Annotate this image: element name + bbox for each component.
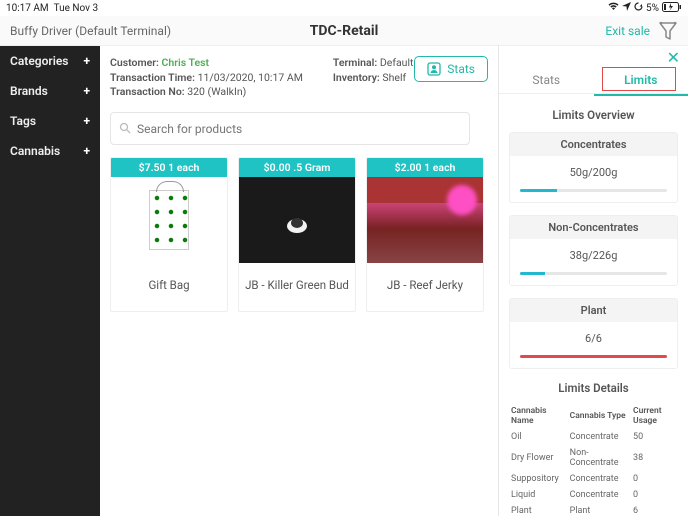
gift-bag-image	[149, 190, 189, 250]
table-row: OilConcentrate50	[509, 429, 678, 445]
plus-icon: +	[83, 54, 90, 68]
search-input[interactable]	[137, 122, 461, 136]
limit-card-concentrates: Concentrates 50g/200g	[509, 132, 678, 203]
plus-icon: +	[83, 144, 90, 158]
tab-limits[interactable]: Limits	[594, 67, 688, 93]
sidebar: Categories + Brands + Tags + Cannabis +	[0, 46, 100, 516]
center-panel: Customer: Chris Test Transaction Time: 1…	[100, 46, 498, 516]
search-bar[interactable]	[110, 112, 470, 145]
product-price: $0.00 .5 Gram	[239, 158, 355, 177]
sidebar-item-label: Categories	[10, 54, 68, 68]
location-icon	[622, 2, 631, 14]
stats-button[interactable]: Stats	[414, 56, 488, 82]
top-bar: Buffy Driver (Default Terminal) TDC-Reta…	[0, 16, 688, 46]
limits-overview-title: Limits Overview	[509, 108, 678, 122]
product-thumb	[239, 177, 355, 263]
limit-card-nonconcentrates: Non-Concentrates 38g/226g	[509, 215, 678, 286]
stats-button-label: Stats	[447, 62, 475, 76]
product-price: $7.50 1 each	[111, 158, 227, 177]
refresh-icon	[634, 2, 643, 14]
product-card[interactable]: $2.00 1 each JB - Reef Jerky	[366, 157, 484, 312]
limit-card-plant: Plant 6/6	[509, 298, 678, 369]
product-thumb	[367, 177, 483, 263]
limit-title: Non-Concentrates	[510, 216, 677, 239]
sidebar-item-label: Cannabis	[10, 144, 60, 158]
product-card[interactable]: $7.50 1 each Gift Bag	[110, 157, 228, 312]
limit-value: 50g/200g	[510, 156, 677, 183]
product-thumb	[111, 177, 227, 263]
product-name: Gift Bag	[111, 263, 227, 311]
battery-icon	[662, 2, 682, 15]
limits-details-table: Cannabis Name Cannabis Type Current Usag…	[509, 403, 678, 516]
close-icon[interactable]: ✕	[667, 46, 688, 67]
table-row: PlantPlant6	[509, 503, 678, 516]
panel-tabs: Stats Limits	[499, 67, 688, 94]
sidebar-item-categories[interactable]: Categories +	[0, 46, 100, 76]
sidebar-item-brands[interactable]: Brands +	[0, 76, 100, 106]
status-right: 5%	[608, 2, 682, 15]
terminal-name: Buffy Driver (Default Terminal)	[10, 24, 171, 38]
exit-sale-link[interactable]: Exit sale	[605, 24, 650, 38]
limit-title: Concentrates	[510, 133, 677, 156]
limit-value: 38g/226g	[510, 239, 677, 266]
sidebar-item-label: Brands	[10, 84, 48, 98]
ios-status-bar: 10:17 AM Tue Nov 3 5%	[0, 0, 688, 16]
panel-body: Limits Overview Concentrates 50g/200g No…	[499, 96, 688, 516]
sidebar-item-tags[interactable]: Tags +	[0, 106, 100, 136]
table-row: LiquidConcentrate0	[509, 487, 678, 503]
limits-panel: ✕ Stats Limits Limits Overview Concentra…	[498, 46, 688, 516]
product-price: $2.00 1 each	[367, 158, 483, 177]
sidebar-item-cannabis[interactable]: Cannabis +	[0, 136, 100, 166]
wifi-icon	[608, 2, 619, 14]
product-name: JB - Reef Jerky	[367, 263, 483, 311]
table-row: SuppositoryConcentrate0	[509, 471, 678, 487]
status-time-date: 10:17 AM Tue Nov 3	[6, 3, 98, 14]
plus-icon: +	[83, 84, 90, 98]
limit-value: 6/6	[510, 322, 677, 349]
product-name: JB - Killer Green Bud	[239, 263, 355, 311]
tab-stats[interactable]: Stats	[499, 67, 594, 93]
person-badge-icon	[427, 62, 441, 76]
progress-bar	[520, 355, 667, 358]
product-cards: $7.50 1 each Gift Bag $0.00 .5 Gram JB -…	[110, 157, 488, 312]
progress-bar	[520, 189, 667, 192]
table-row: Dry FlowerNon-Concentrate38	[509, 445, 678, 471]
battery-pct: 5%	[646, 3, 659, 14]
sidebar-item-label: Tags	[10, 114, 36, 128]
plus-icon: +	[83, 114, 90, 128]
product-card[interactable]: $0.00 .5 Gram JB - Killer Green Bud	[238, 157, 356, 312]
limits-details-title: Limits Details	[509, 381, 678, 395]
search-icon	[119, 119, 131, 138]
filter-icon[interactable]	[658, 20, 678, 42]
customer-name-link[interactable]: Chris Test	[161, 56, 209, 69]
progress-bar	[520, 272, 667, 275]
limit-title: Plant	[510, 299, 677, 322]
table-header-row: Cannabis Name Cannabis Type Current Usag…	[509, 403, 678, 429]
